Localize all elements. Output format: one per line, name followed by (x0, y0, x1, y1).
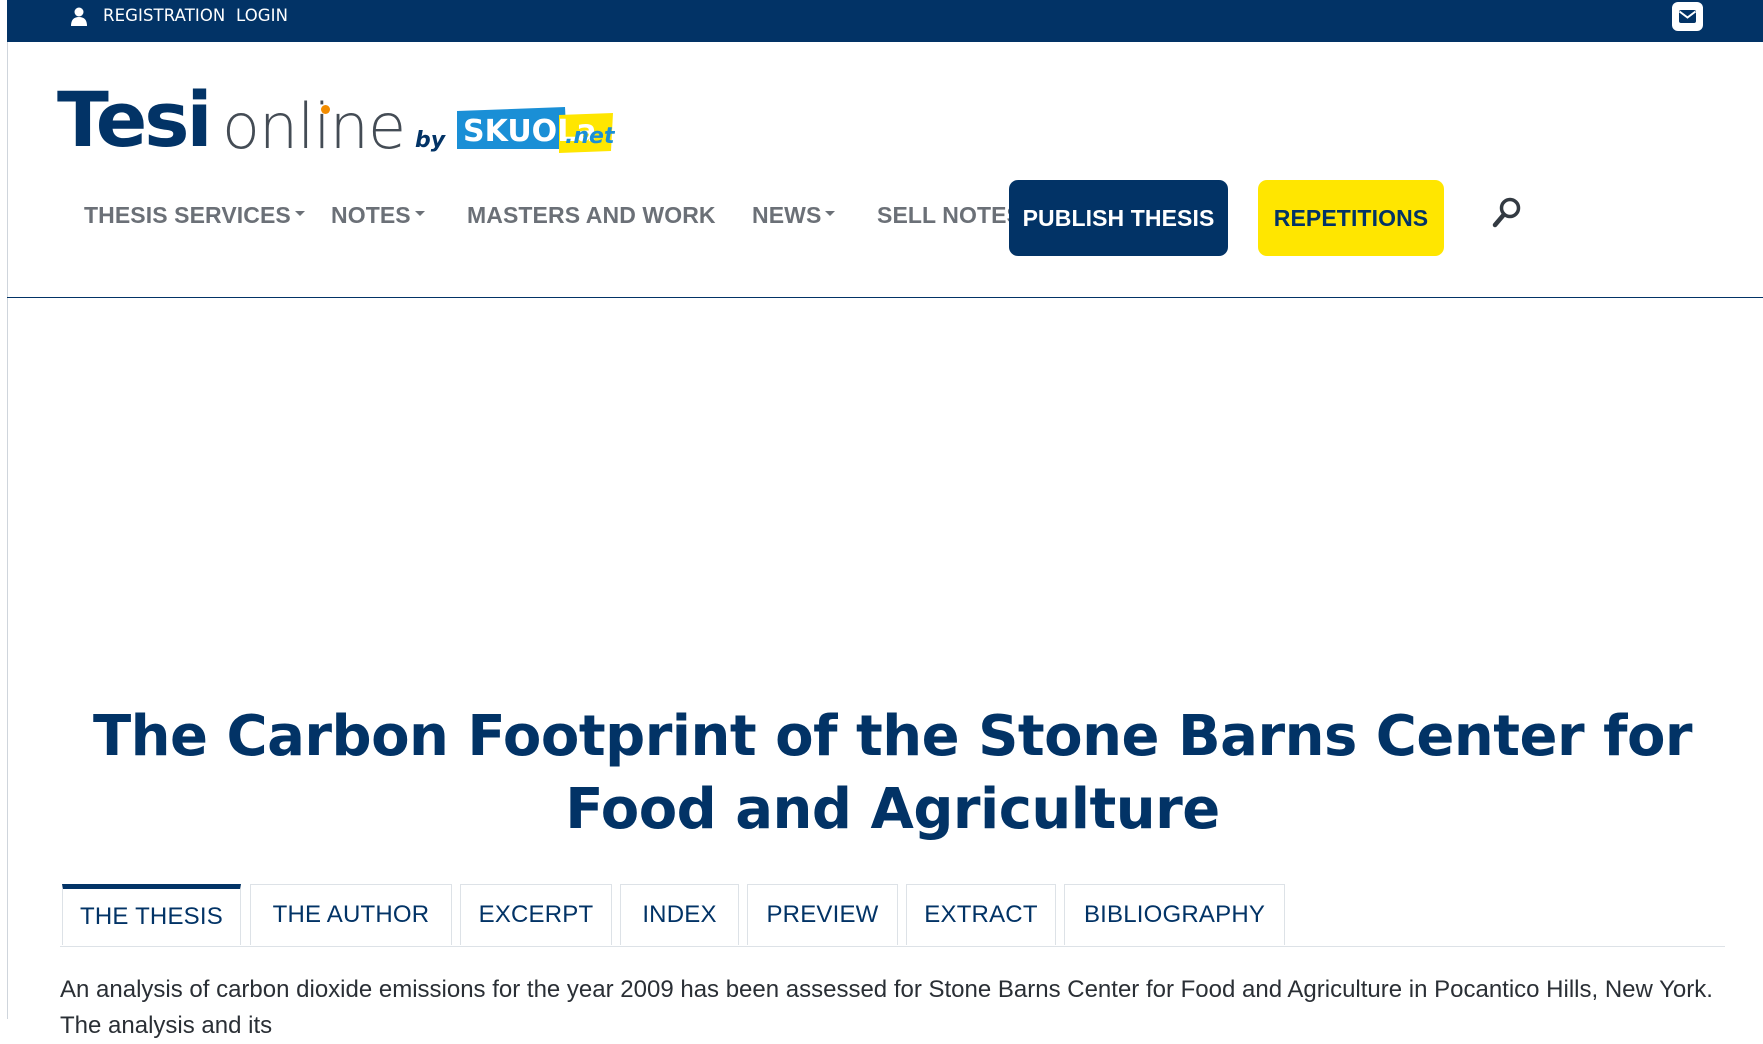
tab-the-author[interactable]: THE AUTHOR (250, 884, 452, 945)
logo-by-text: by (415, 128, 446, 153)
nav-notes-label: NOTES (331, 202, 411, 228)
tab-preview[interactable]: PREVIEW (747, 884, 898, 945)
header-divider (7, 297, 1763, 298)
nav-sell-notes[interactable]: SELL NOTES (877, 200, 1022, 230)
publish-thesis-button[interactable]: PUBLISH THESIS (1009, 180, 1228, 256)
chevron-down-icon (414, 211, 425, 217)
nav-masters-and-work[interactable]: MASTERS AND WORK (467, 200, 716, 230)
nav-masters-and-work-label: MASTERS AND WORK (467, 202, 716, 228)
logo-dot (321, 105, 330, 114)
tab-extract[interactable]: EXTRACT (906, 884, 1056, 945)
nav-sell-notes-label: SELL NOTES (877, 202, 1022, 228)
registration-link[interactable]: REGISTRATION (103, 6, 225, 26)
main-nav: THESIS SERVICES NOTES MASTERS AND WORK N… (0, 180, 1763, 256)
thesis-tabs: THE THESIS THE AUTHOR EXCERPT INDEX PREV… (60, 884, 1725, 947)
logo-online-text: online (222, 90, 406, 163)
skuola-logo: SKUOLa .net (457, 107, 615, 153)
net-text: .net (565, 124, 615, 149)
search-icon[interactable] (1491, 196, 1523, 230)
nav-thesis-services[interactable]: THESIS SERVICES (84, 200, 305, 230)
top-bar: REGISTRATION LOGIN (7, 0, 1763, 42)
nav-thesis-services-label: THESIS SERVICES (84, 202, 291, 228)
tab-bibliography[interactable]: BIBLIOGRAPHY (1064, 884, 1285, 945)
logo-tesi-text: Tesi (57, 75, 213, 164)
nav-news-label: NEWS (752, 202, 822, 228)
nav-news[interactable]: NEWS (752, 200, 836, 230)
tab-index[interactable]: INDEX (620, 884, 739, 945)
repetitions-button[interactable]: REPETITIONS (1258, 180, 1444, 256)
tab-excerpt[interactable]: EXCERPT (460, 884, 612, 945)
tab-the-thesis[interactable]: THE THESIS (62, 884, 241, 945)
page-title: The Carbon Footprint of the Stone Barns … (92, 704, 1693, 842)
nav-notes[interactable]: NOTES (331, 200, 425, 230)
thesis-abstract: An analysis of carbon dioxide emissions … (60, 976, 1713, 1039)
chevron-down-icon (294, 211, 305, 217)
login-link[interactable]: LOGIN (236, 6, 288, 26)
chevron-down-icon (825, 211, 836, 217)
envelope-icon[interactable] (1672, 2, 1703, 31)
user-icon (71, 7, 87, 26)
